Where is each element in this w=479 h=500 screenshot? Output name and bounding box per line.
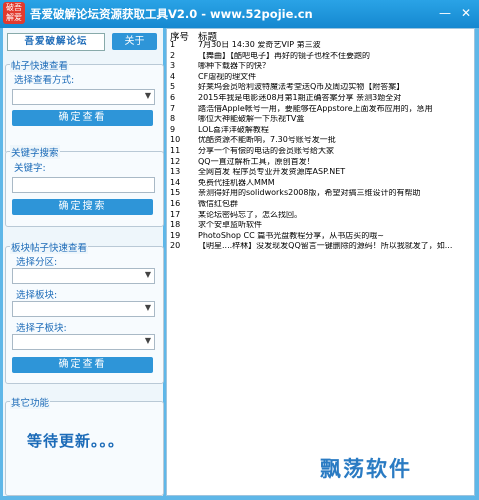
- subboard-label: 选择子板块:: [16, 323, 67, 334]
- view-method-label: 选择查看方式:: [14, 75, 75, 86]
- list-item[interactable]: 10 优酷资源不能断响，7.30号账号发一批: [167, 136, 474, 145]
- list-item-number: 17: [170, 210, 181, 219]
- list-item-number: 7: [170, 104, 176, 113]
- list-item-number: 19: [170, 231, 181, 240]
- keyword-search-group-label: 关键字搜索: [10, 145, 60, 159]
- quick-view-group: 帖子快速查看 选择查看方式: ▼ 确定查看: [5, 58, 164, 154]
- list-item-title: 哪位大神能破解一下乐视TV盒: [198, 115, 305, 124]
- list-item-title: 免费代挂机器人MMM: [198, 178, 275, 187]
- list-item-title: CF虐视的理文件: [198, 72, 257, 81]
- subboard-select[interactable]: ▼: [12, 334, 155, 350]
- list-item-number: 9: [170, 125, 176, 134]
- list-item-title: 亲测得好用的solidworks2008版，希望对搞三维设计的有帮助: [198, 189, 421, 198]
- confirm-board-button[interactable]: 确定查看: [12, 357, 153, 373]
- list-item[interactable]: 13 全网首发 程序员专业开发资源库ASP.NET: [167, 168, 474, 177]
- board-label: 选择板块:: [16, 290, 58, 301]
- list-item-number: 12: [170, 157, 181, 166]
- list-item-number: 15: [170, 189, 181, 198]
- list-item[interactable]: 14 免费代挂机器人MMM: [167, 178, 474, 188]
- list-item-title: 2015年我是电影迷08月第1期正确答案分享 亲测3题全对: [198, 94, 402, 102]
- about-button[interactable]: 关于: [112, 33, 157, 50]
- list-item-number: 11: [170, 147, 181, 155]
- list-item-title: 全网首发 程序员专业开发资源库ASP.NET: [198, 168, 346, 177]
- list-item[interactable]: 19 PhotoShop CC 篇书光盘教程分享，从书店买的哦~: [167, 231, 474, 241]
- list-item[interactable]: 20 【明星....梓林】没发现发QQ留言一键删除的源码！所以我就发了，如...: [167, 242, 474, 251]
- list-item[interactable]: 18 求个安卓监听软件: [167, 221, 474, 230]
- keyword-label: 关键字:: [14, 163, 46, 174]
- list-item[interactable]: 7 踏浩借Apple帐号一用，要能够在Appstore上面发布应用的，急用: [167, 104, 474, 114]
- list-item[interactable]: 15 亲测得好用的solidworks2008版，希望对搞三维设计的有帮助: [167, 189, 474, 198]
- list-item-title: 好莱坞会员哈利波特魔法考堂送Q币及周边实物【附答案】: [198, 83, 405, 92]
- list-item-number: 4: [170, 72, 176, 81]
- list-item-number: 13: [170, 168, 181, 177]
- close-button[interactable]: ✕: [458, 5, 474, 21]
- list-item-title: 哪种下载器下的快？: [198, 62, 270, 71]
- view-method-select[interactable]: ▼: [12, 89, 155, 105]
- list-item-title: LOL喜洋洋破解教程: [198, 125, 269, 134]
- list-item-number: 20: [170, 242, 181, 251]
- post-list[interactable]: 序号 标题 1 7月30日 14:30 爱奇艺VIP 第三波 2 【舞曲】【酷吧电子】…: [166, 28, 475, 496]
- column-header-title[interactable]: 标题: [198, 29, 217, 43]
- app-logo: 破吾 解爱: [3, 2, 25, 24]
- watermark: 飘荡软件: [320, 457, 412, 481]
- list-item-number: 14: [170, 178, 181, 187]
- list-item-title: 分享一个有偿的电话的会员账号给大家: [198, 147, 334, 155]
- list-item[interactable]: 2 【舞曲】【酷吧电子】再好的镜子也栓不住要跑的: [167, 51, 474, 61]
- list-item[interactable]: 3 哪种下载器下的快？: [167, 62, 474, 71]
- list-item-number: 1: [170, 41, 176, 49]
- keyword-input[interactable]: [12, 177, 155, 193]
- quick-view-group-label: 帖子快速查看: [10, 58, 70, 72]
- list-item-title: 微信红包群: [198, 200, 238, 208]
- confirm-view-button[interactable]: 确定查看: [12, 110, 153, 126]
- zone-label: 选择分区:: [16, 257, 58, 268]
- list-item[interactable]: 9 LOL喜洋洋破解教程: [167, 125, 474, 135]
- list-item[interactable]: 6 2015年我是电影迷08月第1期正确答案分享 亲测3题全对: [167, 94, 474, 103]
- list-item-number: 18: [170, 221, 181, 230]
- list-item[interactable]: 8 哪位大神能破解一下乐视TV盒: [167, 115, 474, 124]
- chevron-down-icon: ▼: [144, 270, 151, 279]
- waiting-text: 等待更新。。。: [27, 432, 125, 450]
- chevron-down-icon: ▼: [144, 336, 151, 345]
- list-item-number: 2: [170, 51, 176, 60]
- board-select[interactable]: ▼: [12, 301, 155, 317]
- list-item[interactable]: 17 某论坛密码忘了，怎么找回。: [167, 210, 474, 220]
- list-item[interactable]: 1 7月30日 14:30 爱奇艺VIP 第三波: [167, 41, 474, 50]
- site-button[interactable]: 吾爱破解论坛: [7, 33, 105, 51]
- list-item[interactable]: 4 CF虐视的理文件: [167, 72, 474, 82]
- keyword-search-group: 关键字搜索 关键字: 确定搜索: [5, 145, 164, 227]
- list-item[interactable]: 16 微信红包群: [167, 200, 474, 209]
- board-view-group-label: 板块帖子快速查看: [10, 240, 89, 254]
- board-view-group: 板块帖子快速查看 选择分区: ▼ 选择板块: ▼ 选择子板块: ▼ 确定查看: [5, 240, 164, 384]
- list-item-title: 【舞曲】【酷吧电子】再好的镜子也栓不住要跑的: [198, 51, 370, 60]
- minimize-button[interactable]: —: [437, 5, 453, 21]
- list-item-title: PhotoShop CC 篇书光盘教程分享，从书店买的哦~: [198, 231, 384, 240]
- window-title: 吾爱破解论坛资源获取工具V2.0 - www.52pojie.cn: [30, 7, 313, 21]
- list-item-number: 5: [170, 83, 176, 92]
- zone-select[interactable]: ▼: [12, 268, 155, 284]
- list-item[interactable]: 11 分享一个有偿的电话的会员账号给大家: [167, 147, 474, 156]
- list-item[interactable]: 5 好莱坞会员哈利波特魔法考堂送Q币及周边实物【附答案】: [167, 83, 474, 92]
- chevron-down-icon: ▼: [144, 303, 151, 312]
- list-item-title: QQ一直过解析工具，原创首发！: [198, 157, 315, 166]
- list-item-title: 7月30日 14:30 爱奇艺VIP 第三波: [198, 41, 321, 49]
- chevron-down-icon: ▼: [144, 91, 151, 100]
- list-item-number: 6: [170, 94, 176, 102]
- list-item-title: 踏浩借Apple帐号一用，要能够在Appstore上面发布应用的，急用: [198, 104, 433, 113]
- list-item-number: 10: [170, 136, 181, 145]
- other-functions-group-label: 其它功能: [10, 395, 51, 409]
- confirm-search-button[interactable]: 确定搜索: [12, 199, 153, 215]
- list-item-title: 【明星....梓林】没发现发QQ留言一键删除的源码！所以我就发了，如...: [198, 242, 453, 251]
- list-item-title: 某论坛密码忘了，怎么找回。: [198, 210, 302, 219]
- list-item[interactable]: 12 QQ一直过解析工具，原创首发！: [167, 157, 474, 167]
- list-item-number: 8: [170, 115, 176, 124]
- list-item-number: 16: [170, 200, 181, 208]
- column-header-seq[interactable]: 序号: [170, 29, 189, 43]
- list-item-title: 求个安卓监听软件: [198, 221, 262, 230]
- list-item-number: 3: [170, 62, 176, 71]
- list-item-title: 优酷资源不能断响，7.30号账号发一批: [198, 136, 336, 145]
